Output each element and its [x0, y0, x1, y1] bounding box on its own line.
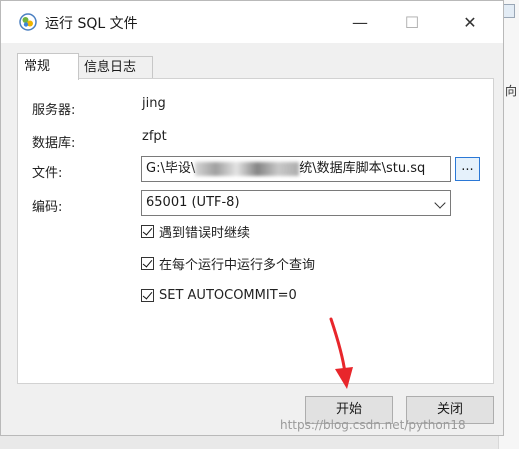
- server-label: 服务器:: [32, 103, 76, 118]
- encoding-label: 编码:: [32, 200, 63, 215]
- database-value: zfpt: [142, 129, 167, 144]
- file-path-end: 统\数据库脚本\stu.sq: [299, 161, 426, 176]
- encoding-value: 65001 (UTF-8): [146, 195, 240, 210]
- option-label: 在每个运行中运行多个查询: [159, 257, 316, 273]
- general-panel: 服务器: jing 数据库: zfpt 文件: G:\毕设\ 统\数据库脚本\st…: [17, 78, 494, 384]
- maximize-icon: ☐: [404, 12, 420, 32]
- annotation-arrow-icon: [329, 317, 353, 389]
- minimize-button[interactable]: —: [337, 1, 383, 43]
- maximize-button[interactable]: ☐: [389, 1, 435, 43]
- checkbox-checked-icon[interactable]: [141, 288, 154, 302]
- redacted-path-segment: [195, 161, 300, 176]
- tab-info-log[interactable]: 信息日志: [77, 56, 153, 79]
- close-window-button[interactable]: ✕: [447, 1, 493, 43]
- browse-file-button[interactable]: ...: [455, 157, 480, 181]
- option-label: SET AUTOCOMMIT=0: [159, 287, 297, 303]
- file-path-start: G:\毕设\: [146, 161, 196, 176]
- chevron-down-icon: [434, 197, 446, 209]
- checkbox-checked-icon[interactable]: [141, 224, 154, 238]
- tab-general[interactable]: 常规: [17, 53, 79, 80]
- file-path-input[interactable]: G:\毕设\ 统\数据库脚本\stu.sq: [141, 156, 451, 182]
- file-label: 文件:: [32, 166, 63, 181]
- run-sql-file-dialog: 运行 SQL 文件 — ☐ ✕ 常规 信息日志 服务器: jing 数据库: z…: [0, 0, 504, 436]
- option-label: 遇到错误时继续: [159, 225, 251, 241]
- minimize-icon: —: [352, 12, 368, 32]
- title-bar[interactable]: 运行 SQL 文件 — ☐ ✕: [1, 1, 503, 43]
- checkbox-checked-icon[interactable]: [141, 256, 154, 270]
- option-multiple-queries[interactable]: 在每个运行中运行多个查询: [141, 253, 315, 273]
- watermark-text: https://blog.csdn.net/python18: [280, 418, 466, 432]
- option-continue-on-error[interactable]: 遇到错误时继续: [141, 221, 250, 241]
- navicat-app-icon: [19, 13, 37, 31]
- window-title: 运行 SQL 文件: [45, 16, 138, 32]
- background-panel-text: 向: [504, 84, 517, 98]
- encoding-select[interactable]: 65001 (UTF-8): [141, 190, 451, 216]
- close-icon: ✕: [463, 12, 477, 32]
- database-label: 数据库:: [32, 136, 76, 151]
- server-value: jing: [142, 96, 166, 111]
- option-autocommit[interactable]: SET AUTOCOMMIT=0: [141, 285, 297, 305]
